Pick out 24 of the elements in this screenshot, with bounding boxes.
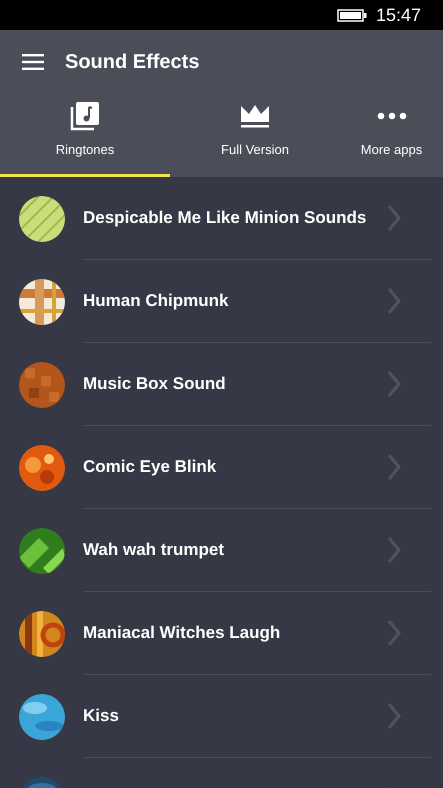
battery-icon: [336, 8, 367, 22]
app-title: Sound Effects: [65, 50, 200, 75]
sound-title[interactable]: Music Box Sound: [83, 371, 387, 397]
sound-title[interactable]: Wah wah trumpet: [83, 537, 387, 563]
clock-time: 15:47: [376, 4, 421, 26]
chevron-right-icon[interactable]: [387, 204, 401, 232]
chevron-right-icon[interactable]: [387, 702, 401, 730]
sound-title[interactable]: Kiss: [83, 703, 387, 729]
chevron-right-icon[interactable]: [387, 287, 401, 315]
chevron-right-icon[interactable]: [387, 536, 401, 564]
more-icon: [376, 110, 406, 120]
sound-title[interactable]: Maniacal Witches Laugh: [83, 620, 387, 646]
tab[interactable]: Full Version: [170, 94, 340, 177]
sound-title[interactable]: Despicable Me Like Minion Sounds: [83, 205, 387, 231]
menu-icon[interactable]: [22, 54, 44, 70]
tab[interactable]: Ringtones: [0, 94, 170, 177]
sound-title[interactable]: Comic Eye Blink: [83, 454, 387, 480]
music-note-icon: [70, 100, 100, 130]
chevron-right-icon[interactable]: [387, 370, 401, 398]
chevron-right-icon[interactable]: [387, 453, 401, 481]
sound-title[interactable]: Human Chipmunk: [83, 288, 387, 314]
crown-icon: [240, 102, 270, 128]
tab[interactable]: More apps: [340, 94, 443, 177]
chevron-right-icon[interactable]: [387, 619, 401, 647]
